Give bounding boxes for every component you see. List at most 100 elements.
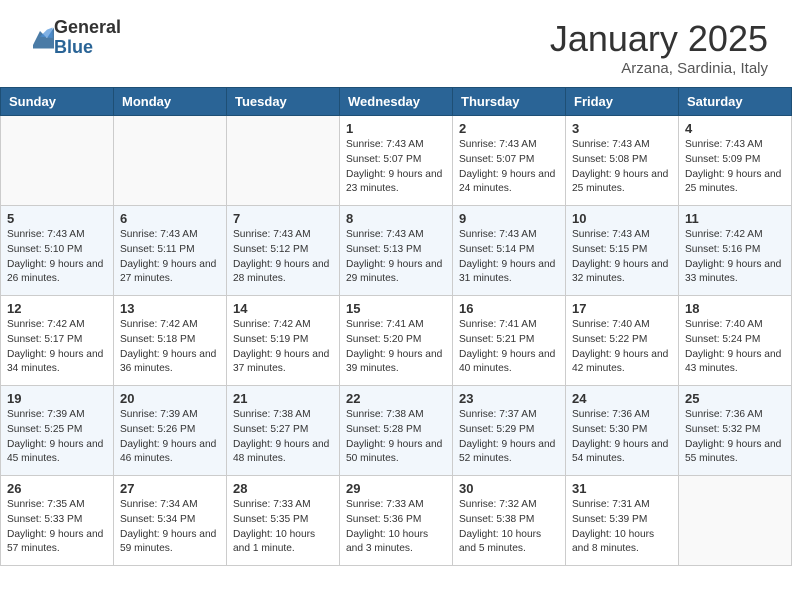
day-number: 27 [120,481,220,496]
week-row-2: 5 Sunrise: 7:43 AM Sunset: 5:10 PM Daylig… [1,206,792,296]
week-row-5: 26 Sunrise: 7:35 AM Sunset: 5:33 PM Dayli… [1,476,792,566]
day-number: 11 [685,211,785,226]
calendar-cell: 12Sunrise: 7:42 AM Sunset: 5:17 PM Dayli… [1,296,114,386]
day-number: 21 [233,391,333,406]
day-number: 16 [459,301,559,316]
day-info: Sunrise: 7:42 AM Sunset: 5:17 PM Dayligh… [7,318,107,377]
day-header-monday: Monday [114,88,227,116]
day-number: 8 [346,211,446,226]
week-row-4: 19 Sunrise: 7:39 AM Sunset: 5:25 PM Dayli… [1,386,792,476]
logo-icon [26,24,54,52]
calendar-title: January 2025 [550,18,768,60]
calendar-cell: 31Sunrise: 7:31 AM Sunset: 5:39 PM Dayli… [566,476,679,566]
day-header-sunday: Sunday [1,88,114,116]
day-number: 19 [7,391,107,406]
calendar-cell [227,116,340,206]
calendar-cell: 24Sunrise: 7:36 AM Sunset: 5:30 PM Dayli… [566,386,679,476]
calendar-cell [114,116,227,206]
calendar-cell: 20Sunrise: 7:39 AM Sunset: 5:26 PM Dayli… [114,386,227,476]
title-block: January 2025 Arzana, Sardinia, Italy [550,18,768,77]
calendar-cell: 16 Sunrise: 7:41 AM Sunset: 5:21 PM Dayli… [453,296,566,386]
day-info: Sunrise: 7:32 AM Sunset: 5:38 PM Dayligh… [459,498,559,557]
day-info: Sunrise: 7:43 AM Sunset: 5:08 PM Dayligh… [572,138,672,197]
day-info: Sunrise: 7:38 AM Sunset: 5:28 PM Dayligh… [346,408,446,467]
calendar-cell: 15Sunrise: 7:41 AM Sunset: 5:20 PM Dayli… [340,296,453,386]
day-info: Sunrise: 7:42 AM Sunset: 5:18 PM Dayligh… [120,318,220,377]
day-number: 17 [572,301,672,316]
calendar-cell: 3Sunrise: 7:43 AM Sunset: 5:08 PM Daylig… [566,116,679,206]
day-info: Sunrise: 7:43 AM Sunset: 5:07 PM Dayligh… [346,138,446,197]
logo-general-text: General [54,18,121,38]
day-header-saturday: Saturday [679,88,792,116]
day-info: Sunrise: 7:34 AM Sunset: 5:34 PM Dayligh… [120,498,220,557]
calendar-body: 1 Sunrise: 7:43 AM Sunset: 5:07 PM Daylig… [1,116,792,566]
day-number: 25 [685,391,785,406]
day-info: Sunrise: 7:40 AM Sunset: 5:24 PM Dayligh… [685,318,785,377]
day-info: Sunrise: 7:43 AM Sunset: 5:15 PM Dayligh… [572,228,672,287]
day-info: Sunrise: 7:43 AM Sunset: 5:11 PM Dayligh… [120,228,220,287]
day-number: 4 [685,121,785,136]
calendar-cell [679,476,792,566]
calendar-table: SundayMondayTuesdayWednesdayThursdayFrid… [0,87,792,566]
calendar-cell: 25Sunrise: 7:36 AM Sunset: 5:32 PM Dayli… [679,386,792,476]
day-number: 9 [459,211,559,226]
day-info: Sunrise: 7:35 AM Sunset: 5:33 PM Dayligh… [7,498,107,557]
calendar-cell: 4 Sunrise: 7:43 AM Sunset: 5:09 PM Daylig… [679,116,792,206]
day-number: 13 [120,301,220,316]
day-number: 29 [346,481,446,496]
logo-text: General Blue [54,18,121,58]
day-headers-row: SundayMondayTuesdayWednesdayThursdayFrid… [1,88,792,116]
calendar-cell: 17Sunrise: 7:40 AM Sunset: 5:22 PM Dayli… [566,296,679,386]
calendar-cell: 2Sunrise: 7:43 AM Sunset: 5:07 PM Daylig… [453,116,566,206]
calendar-cell: 30Sunrise: 7:32 AM Sunset: 5:38 PM Dayli… [453,476,566,566]
day-number: 26 [7,481,107,496]
day-number: 7 [233,211,333,226]
day-info: Sunrise: 7:43 AM Sunset: 5:12 PM Dayligh… [233,228,333,287]
calendar-cell: 7 Sunrise: 7:43 AM Sunset: 5:12 PM Daylig… [227,206,340,296]
calendar-cell: 26 Sunrise: 7:35 AM Sunset: 5:33 PM Dayli… [1,476,114,566]
calendar-cell: 9 Sunrise: 7:43 AM Sunset: 5:14 PM Daylig… [453,206,566,296]
day-header-friday: Friday [566,88,679,116]
day-header-wednesday: Wednesday [340,88,453,116]
calendar-cell: 10 Sunrise: 7:43 AM Sunset: 5:15 PM Dayli… [566,206,679,296]
day-number: 1 [346,121,446,136]
day-header-tuesday: Tuesday [227,88,340,116]
day-number: 10 [572,211,672,226]
calendar-cell: 13 Sunrise: 7:42 AM Sunset: 5:18 PM Dayli… [114,296,227,386]
calendar-cell: 28Sunrise: 7:33 AM Sunset: 5:35 PM Dayli… [227,476,340,566]
week-row-3: 12Sunrise: 7:42 AM Sunset: 5:17 PM Dayli… [1,296,792,386]
day-info: Sunrise: 7:33 AM Sunset: 5:35 PM Dayligh… [233,498,333,557]
calendar-cell: 21 Sunrise: 7:38 AM Sunset: 5:27 PM Dayli… [227,386,340,476]
day-info: Sunrise: 7:42 AM Sunset: 5:16 PM Dayligh… [685,228,785,287]
calendar-cell: 22 Sunrise: 7:38 AM Sunset: 5:28 PM Dayli… [340,386,453,476]
day-number: 22 [346,391,446,406]
day-info: Sunrise: 7:43 AM Sunset: 5:13 PM Dayligh… [346,228,446,287]
calendar-cell: 11 Sunrise: 7:42 AM Sunset: 5:16 PM Dayli… [679,206,792,296]
day-info: Sunrise: 7:43 AM Sunset: 5:07 PM Dayligh… [459,138,559,197]
day-info: Sunrise: 7:31 AM Sunset: 5:39 PM Dayligh… [572,498,672,557]
day-info: Sunrise: 7:39 AM Sunset: 5:25 PM Dayligh… [7,408,107,467]
calendar-cell: 14Sunrise: 7:42 AM Sunset: 5:19 PM Dayli… [227,296,340,386]
day-info: Sunrise: 7:42 AM Sunset: 5:19 PM Dayligh… [233,318,333,377]
calendar-cell: 23Sunrise: 7:37 AM Sunset: 5:29 PM Dayli… [453,386,566,476]
day-number: 6 [120,211,220,226]
day-info: Sunrise: 7:43 AM Sunset: 5:10 PM Dayligh… [7,228,107,287]
calendar-cell: 8 Sunrise: 7:43 AM Sunset: 5:13 PM Daylig… [340,206,453,296]
day-info: Sunrise: 7:41 AM Sunset: 5:21 PM Dayligh… [459,318,559,377]
calendar-subtitle: Arzana, Sardinia, Italy [550,60,768,77]
calendar-page: General Blue January 2025 Arzana, Sardin… [0,0,792,566]
calendar-cell: 6 Sunrise: 7:43 AM Sunset: 5:11 PM Daylig… [114,206,227,296]
day-info: Sunrise: 7:43 AM Sunset: 5:09 PM Dayligh… [685,138,785,197]
day-info: Sunrise: 7:39 AM Sunset: 5:26 PM Dayligh… [120,408,220,467]
logo-blue-text: Blue [54,38,121,58]
week-row-1: 1 Sunrise: 7:43 AM Sunset: 5:07 PM Daylig… [1,116,792,206]
calendar-cell: 1 Sunrise: 7:43 AM Sunset: 5:07 PM Daylig… [340,116,453,206]
calendar-cell: 19 Sunrise: 7:39 AM Sunset: 5:25 PM Dayli… [1,386,114,476]
day-number: 5 [7,211,107,226]
day-info: Sunrise: 7:41 AM Sunset: 5:20 PM Dayligh… [346,318,446,377]
calendar-cell: 29Sunrise: 7:33 AM Sunset: 5:36 PM Dayli… [340,476,453,566]
day-info: Sunrise: 7:38 AM Sunset: 5:27 PM Dayligh… [233,408,333,467]
day-number: 23 [459,391,559,406]
calendar-cell: 18Sunrise: 7:40 AM Sunset: 5:24 PM Dayli… [679,296,792,386]
day-info: Sunrise: 7:43 AM Sunset: 5:14 PM Dayligh… [459,228,559,287]
